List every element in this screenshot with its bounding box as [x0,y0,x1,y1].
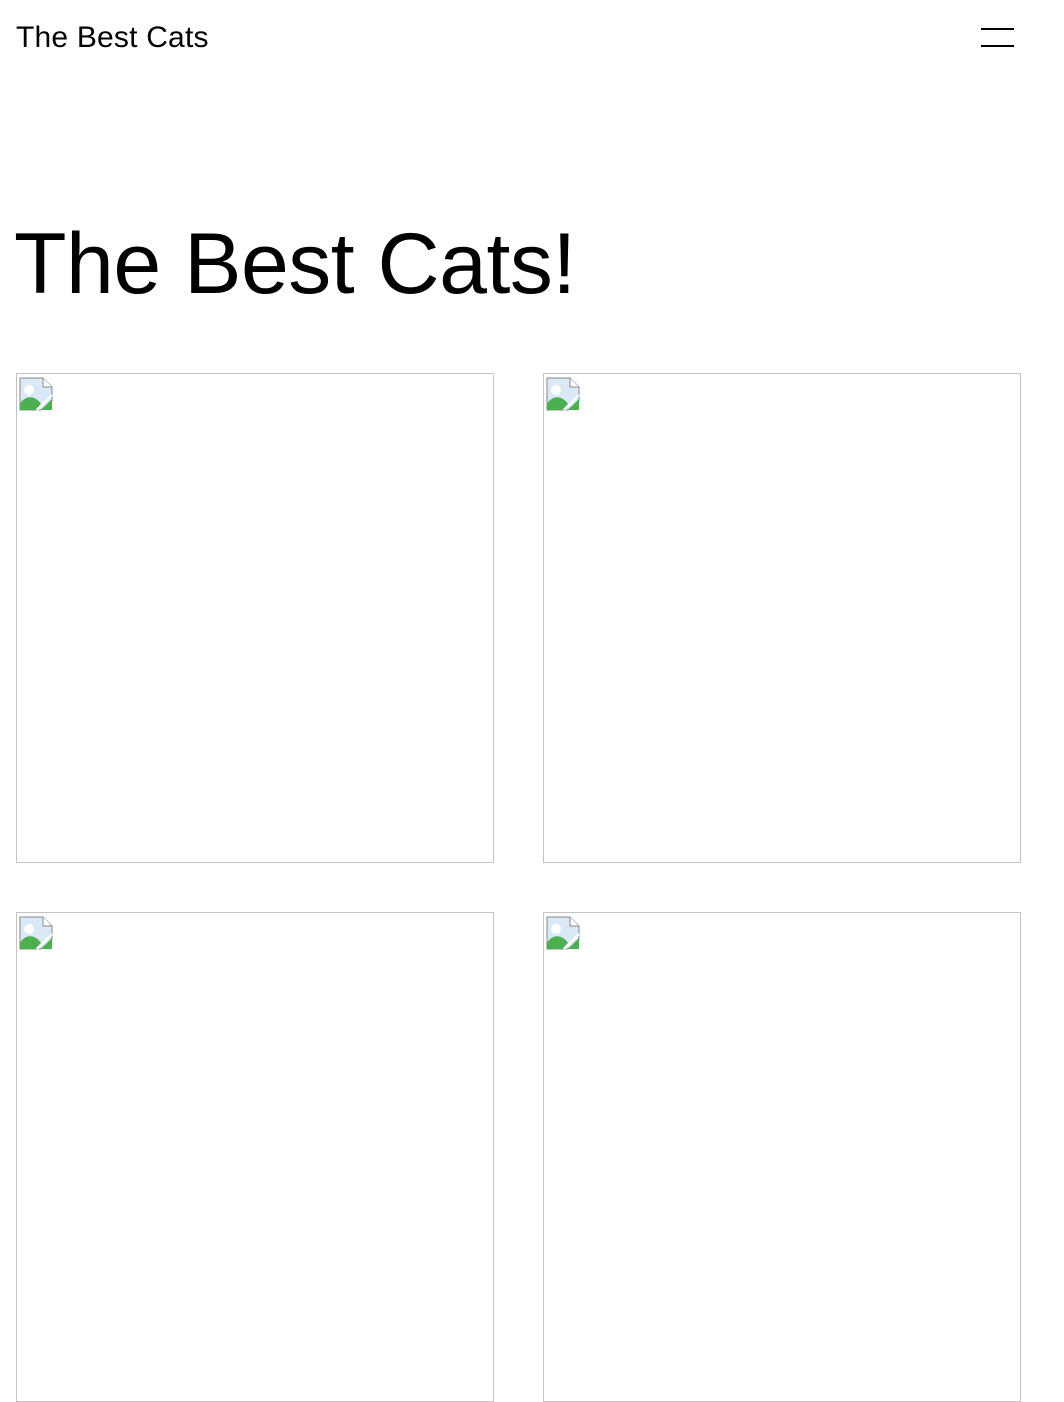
site-title-link[interactable]: The Best Cats [16,20,209,56]
broken-image-icon [19,377,53,411]
broken-image-icon [546,916,580,950]
broken-image-icon [19,916,53,950]
cat-image-1[interactable] [16,373,494,863]
hamburger-menu-icon-bar [981,45,1014,47]
cat-image-4[interactable] [543,912,1021,1402]
page-title: The Best Cats! [14,216,576,312]
site-header: The Best Cats [0,0,1064,76]
cat-image-2[interactable] [543,373,1021,863]
hamburger-menu-icon [981,28,1014,30]
cat-image-3[interactable] [16,912,494,1402]
broken-image-icon [546,377,580,411]
menu-button[interactable] [976,22,1020,54]
